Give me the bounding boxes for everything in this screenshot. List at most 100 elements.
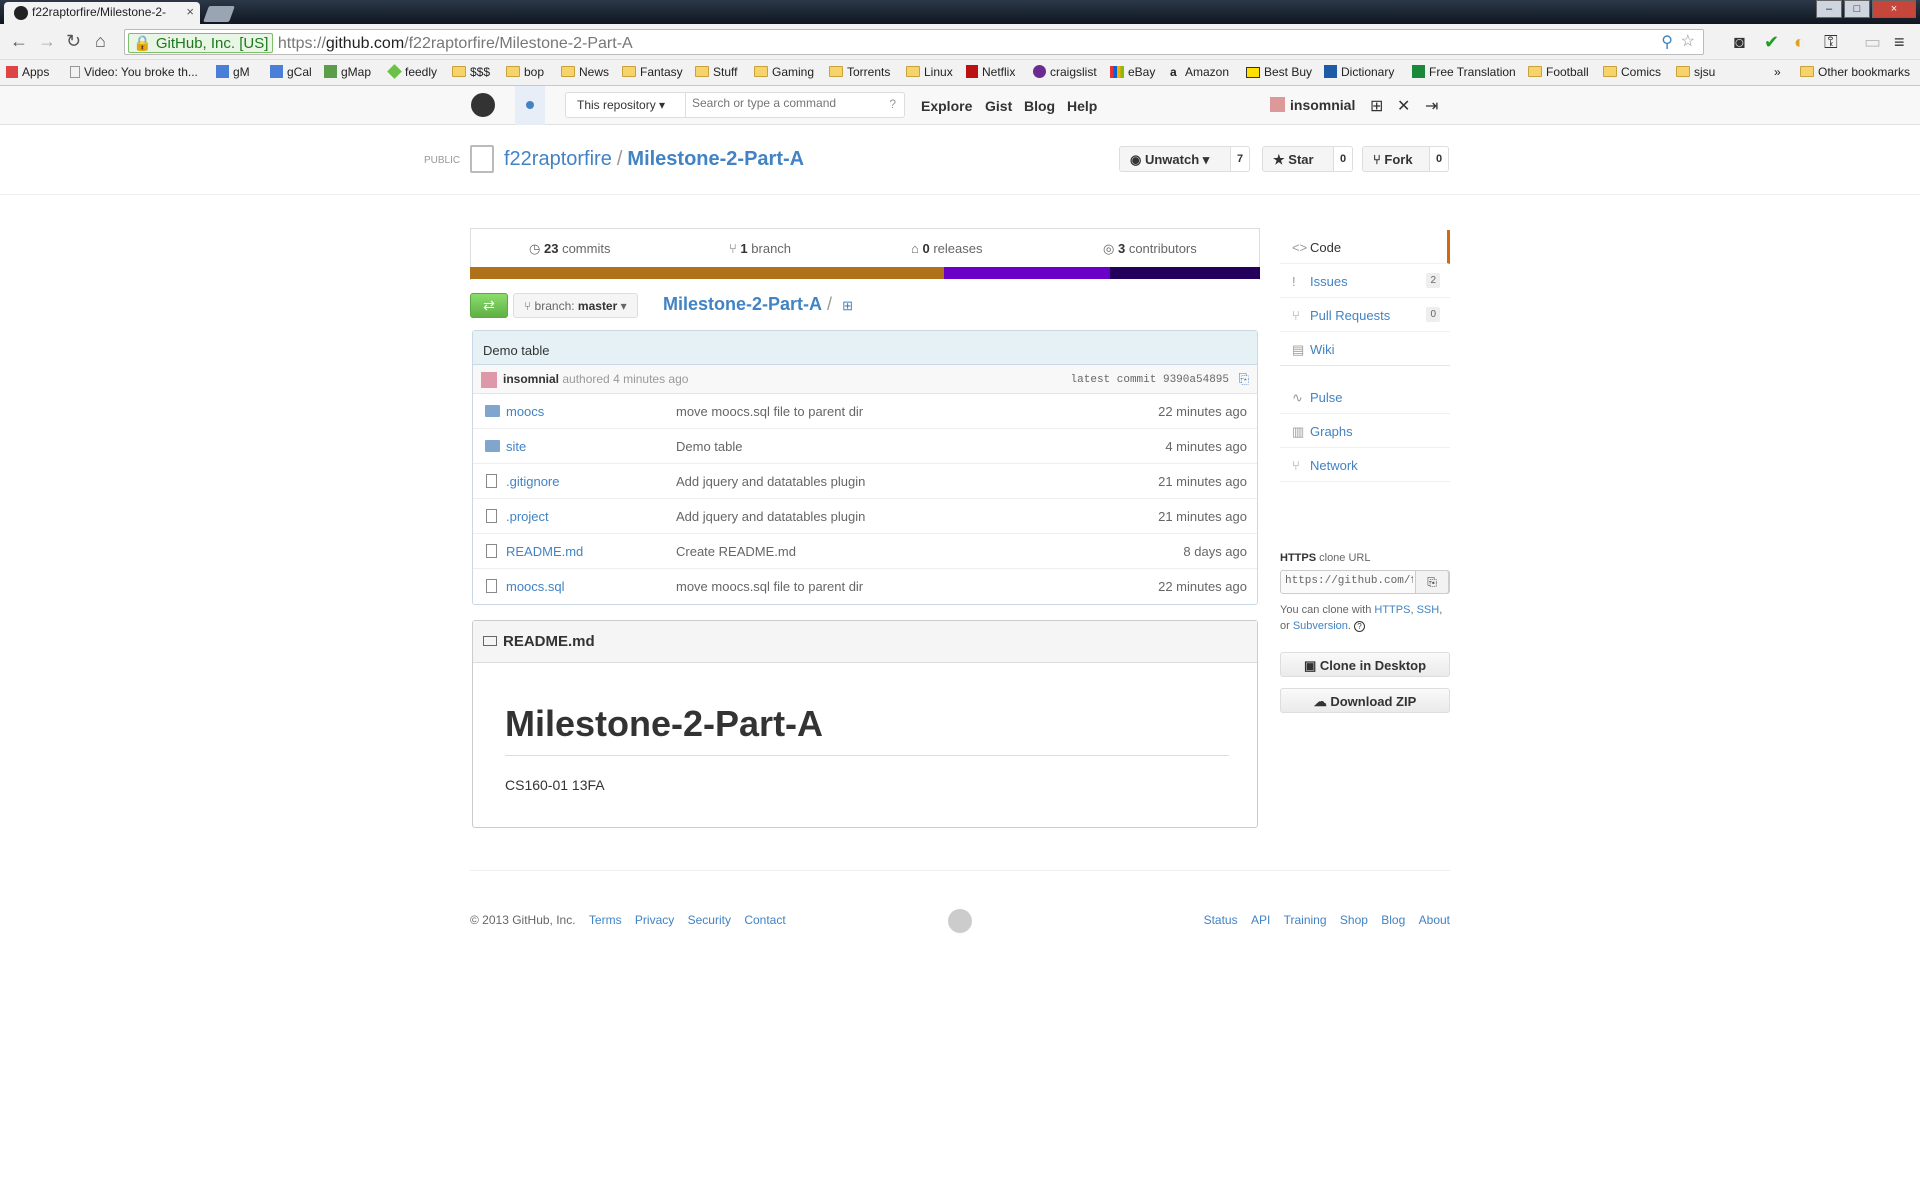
sidebar-item-wiki[interactable]: ▤ Wiki bbox=[1280, 332, 1450, 366]
footer-link-terms[interactable]: Terms bbox=[589, 913, 622, 927]
clipboard-icon[interactable]: ⎘ bbox=[1239, 371, 1249, 387]
close-window-button[interactable]: × bbox=[1872, 0, 1916, 18]
footer-link-privacy[interactable]: Privacy bbox=[635, 913, 674, 927]
address-bar[interactable]: 🔒 GitHub, Inc. [US] https://github.com/f… bbox=[124, 29, 1704, 55]
browser-tab[interactable]: f22raptorfire/Milestone-2- × bbox=[4, 2, 200, 24]
compare-button[interactable]: ⇄ bbox=[470, 293, 508, 318]
bookmark-dictionary[interactable]: Dictionary bbox=[1324, 65, 1394, 79]
bookmark-bestbuy[interactable]: Best Buy bbox=[1246, 65, 1312, 79]
bookmark-ebay[interactable]: eBay bbox=[1110, 65, 1155, 79]
bookmark-apps[interactable]: Apps bbox=[6, 65, 49, 79]
bookmark-folder-money[interactable]: $$$ bbox=[452, 65, 490, 79]
home-icon[interactable]: ⌂ bbox=[95, 31, 106, 52]
back-arrow-icon[interactable]: ← bbox=[10, 31, 28, 52]
github-octocat-icon[interactable] bbox=[948, 909, 972, 933]
footer-link-security[interactable]: Security bbox=[688, 913, 731, 927]
sign-out-icon[interactable]: ⇥ bbox=[1425, 96, 1438, 116]
extension-mask-icon[interactable]: ◙ bbox=[1734, 32, 1745, 53]
bookmark-folder-bop[interactable]: bop bbox=[506, 65, 544, 79]
bookmark-netflix[interactable]: Netflix bbox=[966, 65, 1015, 79]
language-segment[interactable] bbox=[470, 267, 944, 279]
bookmark-video[interactable]: Video: You broke th... bbox=[70, 65, 198, 79]
footer-link-about[interactable]: About bbox=[1419, 913, 1450, 927]
clone-https-link[interactable]: HTTPS bbox=[1374, 604, 1410, 616]
bookmark-folder-sjsu[interactable]: sjsu bbox=[1676, 65, 1715, 79]
file-name-link[interactable]: moocs bbox=[506, 404, 544, 419]
bookmark-amazon[interactable]: a Amazon bbox=[1170, 65, 1229, 79]
file-commit-message[interactable]: Add jquery and datatables plugin bbox=[676, 474, 865, 489]
nav-blog[interactable]: Blog bbox=[1024, 98, 1055, 114]
translate-icon[interactable]: ⚲ bbox=[1661, 32, 1673, 52]
commits-stat[interactable]: ◷ 23 commits bbox=[529, 241, 610, 257]
footer-link-training[interactable]: Training bbox=[1284, 913, 1327, 927]
repo-name-link[interactable]: Milestone-2-Part-A bbox=[627, 148, 804, 170]
file-commit-message[interactable]: Add jquery and datatables plugin bbox=[676, 509, 865, 524]
clone-in-desktop-button[interactable]: ▣ Clone in Desktop bbox=[1280, 652, 1450, 677]
sidebar-item-pull-requests[interactable]: ⑂ Pull Requests 0 bbox=[1280, 298, 1450, 332]
extension-check-icon[interactable]: ✔ bbox=[1764, 32, 1779, 53]
search-scope-dropdown[interactable]: This repository ▾ bbox=[566, 93, 686, 117]
new-file-icon[interactable]: ⊞ bbox=[842, 298, 853, 313]
reload-icon[interactable]: ↻ bbox=[66, 31, 81, 52]
language-segment[interactable] bbox=[1109, 267, 1260, 279]
file-name-link[interactable]: README.md bbox=[506, 544, 583, 559]
user-menu[interactable]: insomnial bbox=[1270, 97, 1355, 113]
watch-count[interactable]: 7 bbox=[1230, 146, 1251, 172]
bookmark-gmap[interactable]: gMap bbox=[324, 65, 371, 79]
extension-key-icon[interactable]: ⚿ bbox=[1824, 32, 1838, 53]
footer-link-contact[interactable]: Contact bbox=[744, 913, 785, 927]
unwatch-button[interactable]: ◉ Unwatch ▾ bbox=[1119, 146, 1231, 172]
extension-page-icon[interactable]: ▭ bbox=[1864, 32, 1881, 53]
file-commit-message[interactable]: move moocs.sql file to parent dir bbox=[676, 579, 863, 594]
sidebar-item-issues[interactable]: ! Issues 2 bbox=[1280, 264, 1450, 298]
notifications-button[interactable] bbox=[515, 86, 545, 125]
repo-owner-link[interactable]: f22raptorfire bbox=[504, 148, 612, 170]
chrome-menu-icon[interactable]: ≡ bbox=[1894, 32, 1905, 53]
footer-link-shop[interactable]: Shop bbox=[1340, 913, 1368, 927]
branch-select[interactable]: ⑂ branch: master ▾ bbox=[513, 293, 638, 318]
star-button[interactable]: ★ Star bbox=[1262, 146, 1334, 172]
bookmark-feedly[interactable]: feedly bbox=[387, 64, 437, 79]
extension-cookie-icon[interactable]: ◐ bbox=[1794, 32, 1805, 53]
create-repo-icon[interactable]: ⊞ bbox=[1370, 96, 1383, 116]
releases-stat[interactable]: ⌂ 0 releases bbox=[911, 241, 982, 256]
bookmark-folder-torrents[interactable]: Torrents bbox=[829, 65, 890, 79]
bookmarks-overflow-button[interactable]: » bbox=[1774, 65, 1781, 79]
latest-commit-message[interactable]: Demo table bbox=[473, 331, 1257, 365]
breadcrumb-repo-link[interactable]: Milestone-2-Part-A bbox=[663, 294, 822, 314]
footer-link-blog[interactable]: Blog bbox=[1381, 913, 1405, 927]
bookmark-folder-stuff[interactable]: Stuff bbox=[695, 65, 737, 79]
file-name-link[interactable]: moocs.sql bbox=[506, 579, 565, 594]
sidebar-item-network[interactable]: ⑂ Network bbox=[1280, 448, 1450, 482]
language-bar[interactable] bbox=[470, 267, 1260, 279]
bookmark-folder-comics[interactable]: Comics bbox=[1603, 65, 1661, 79]
bookmark-folder-news[interactable]: News bbox=[561, 65, 609, 79]
bookmark-star-icon[interactable]: ☆ bbox=[1681, 31, 1695, 51]
file-name-link[interactable]: .gitignore bbox=[506, 474, 559, 489]
star-count[interactable]: 0 bbox=[1333, 146, 1354, 172]
bookmark-folder-football[interactable]: Football bbox=[1528, 65, 1589, 79]
bookmark-folder-linux[interactable]: Linux bbox=[906, 65, 953, 79]
sidebar-item-code[interactable]: <> Code bbox=[1280, 230, 1450, 264]
help-question-icon[interactable]: ? bbox=[1354, 621, 1366, 632]
sidebar-item-pulse[interactable]: ∿ Pulse bbox=[1280, 380, 1450, 414]
branch-stat[interactable]: ⑂ 1 branch bbox=[729, 241, 791, 256]
footer-link-status[interactable]: Status bbox=[1204, 913, 1238, 927]
file-name-link[interactable]: .project bbox=[506, 509, 549, 524]
bookmark-craigslist[interactable]: craigslist bbox=[1033, 65, 1097, 79]
sidebar-item-graphs[interactable]: ▥ Graphs bbox=[1280, 414, 1450, 448]
file-commit-message[interactable]: Create README.md bbox=[676, 544, 796, 559]
minimize-button[interactable]: – bbox=[1816, 0, 1842, 18]
nav-gist[interactable]: Gist bbox=[985, 98, 1012, 114]
bookmark-free-translation[interactable]: Free Translation bbox=[1412, 65, 1516, 79]
bookmark-folder-fantasy[interactable]: Fantasy bbox=[622, 65, 683, 79]
download-zip-button[interactable]: ☁ Download ZIP bbox=[1280, 688, 1450, 713]
commit-sha[interactable]: latest commit 9390a54895 bbox=[1071, 374, 1229, 386]
tab-close-icon[interactable]: × bbox=[186, 4, 194, 19]
commit-author[interactable]: insomnial bbox=[503, 372, 559, 386]
nav-help[interactable]: Help bbox=[1067, 98, 1097, 114]
new-tab-button[interactable] bbox=[203, 6, 235, 22]
settings-tools-icon[interactable]: ✕ bbox=[1397, 96, 1410, 116]
github-octocat-icon[interactable] bbox=[471, 93, 495, 117]
fork-count[interactable]: 0 bbox=[1429, 146, 1450, 172]
